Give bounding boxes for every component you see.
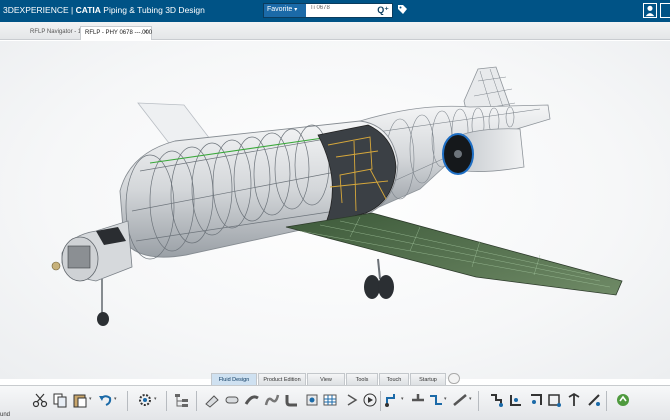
search-scope-dropdown[interactable]: Favorite ▾ <box>264 4 306 17</box>
nose-section <box>51 220 133 282</box>
toolbar-separator <box>196 391 197 411</box>
paste-icon[interactable] <box>72 392 88 408</box>
top-bar: 3DEXPERIENCE | CATIA Piping & Tubing 3D … <box>0 0 670 22</box>
nose-landing-gear <box>97 279 109 326</box>
tab-touch[interactable]: Touch <box>379 373 409 385</box>
tab-view[interactable]: View <box>307 373 345 385</box>
part-align-icon[interactable] <box>508 392 524 408</box>
elbow-icon[interactable] <box>284 392 300 408</box>
play-icon[interactable] <box>362 392 378 408</box>
toolbar-separator <box>127 391 128 411</box>
tab-product-edition[interactable]: Product Edition <box>258 373 306 385</box>
arrow-icon[interactable] <box>344 392 360 408</box>
tab-rflp-navigator[interactable]: RFLP Navigator - 14 <box>26 26 85 40</box>
pipe-icon[interactable] <box>204 392 220 408</box>
connect-icon[interactable] <box>428 392 444 408</box>
app-title: 3DEXPERIENCE | CATIA Piping & Tubing 3D … <box>3 5 205 15</box>
brand-prefix: 3DEXPERIENCE | <box>3 5 76 15</box>
section-tab-label: Startup <box>419 377 437 383</box>
aircraft-model <box>51 66 623 326</box>
search-input[interactable] <box>310 5 370 11</box>
tab-startup[interactable]: Startup <box>410 373 446 385</box>
tab-fluid-design[interactable]: Fluid Design <box>211 373 257 385</box>
tab-tools[interactable]: Tools <box>346 373 378 385</box>
copy-icon[interactable] <box>52 392 68 408</box>
table-icon[interactable] <box>322 392 338 408</box>
section-tab-label: View <box>320 377 332 383</box>
section-tab-label: Tools <box>355 377 369 383</box>
cut-icon[interactable] <box>32 392 48 408</box>
undo-icon[interactable] <box>97 392 113 408</box>
user-icon[interactable] <box>643 3 657 18</box>
part-flip-icon[interactable] <box>566 392 582 408</box>
chevron-down-icon[interactable]: ▾ <box>114 396 117 402</box>
tube-icon[interactable] <box>244 392 260 408</box>
slope-icon[interactable] <box>452 392 468 408</box>
chevron-down-icon[interactable]: ▾ <box>154 396 157 402</box>
tab-rflp-phy[interactable]: RFLP - PHY 0678 ---.000 × <box>80 26 152 40</box>
tab-label: RFLP Navigator - 14 <box>30 29 85 35</box>
chevron-down-icon[interactable]: ▾ <box>401 396 404 402</box>
3d-viewport[interactable] <box>0 41 670 379</box>
search-icon[interactable]: Q⁺ <box>377 5 389 16</box>
toolbar-separator <box>478 391 479 411</box>
app-name: Piping & Tubing 3D Design <box>100 5 205 15</box>
section-tab-label: Fluid Design <box>218 377 250 383</box>
route-icon[interactable] <box>384 392 400 408</box>
pipe-segment-icon[interactable] <box>224 392 240 408</box>
part-offset-icon[interactable] <box>586 392 602 408</box>
chevron-down-icon: ▾ <box>294 7 298 13</box>
chevron-down-icon[interactable]: ▾ <box>89 396 92 402</box>
flexible-tube-icon[interactable] <box>264 392 280 408</box>
document-tab-strip: RFLP Navigator - 14 RFLP - PHY 0678 ---.… <box>0 22 670 40</box>
toolbar-separator <box>166 391 167 411</box>
part-icon[interactable] <box>488 392 504 408</box>
chevron-down-icon[interactable] <box>448 373 460 384</box>
toolbar-separator <box>606 391 607 411</box>
chevron-down-icon[interactable]: ▾ <box>469 396 472 402</box>
action-bar: ▾ ▾ ▾ ▾ ▾ ▾ <box>0 385 670 420</box>
tag-icon[interactable] <box>397 4 408 15</box>
apps-icon[interactable] <box>660 3 670 18</box>
search-box: Favorite▾ Q⁺ <box>263 3 393 18</box>
component-icon[interactable] <box>304 392 320 408</box>
tree-icon[interactable] <box>174 392 190 408</box>
search-scope-label: Favorite <box>267 6 293 13</box>
section-tab-label: Product Edition <box>263 377 301 383</box>
section-tab-label: Touch <box>386 377 402 383</box>
catalog-icon[interactable] <box>615 392 631 408</box>
engine <box>442 128 525 175</box>
branch-icon[interactable] <box>410 392 426 408</box>
status-text: und <box>0 412 11 418</box>
part-rotate-icon[interactable] <box>546 392 562 408</box>
toolbar-separator <box>380 391 381 411</box>
gear-icon[interactable] <box>137 392 153 408</box>
tab-label: RFLP - PHY 0678 ---.000 <box>85 30 153 36</box>
right-wing <box>285 212 623 296</box>
part-place-icon[interactable] <box>528 392 544 408</box>
chevron-down-icon[interactable]: ▾ <box>444 396 447 402</box>
close-icon[interactable]: × <box>144 29 148 36</box>
main-landing-gear <box>364 258 394 299</box>
brand-name: CATIA <box>75 5 101 15</box>
